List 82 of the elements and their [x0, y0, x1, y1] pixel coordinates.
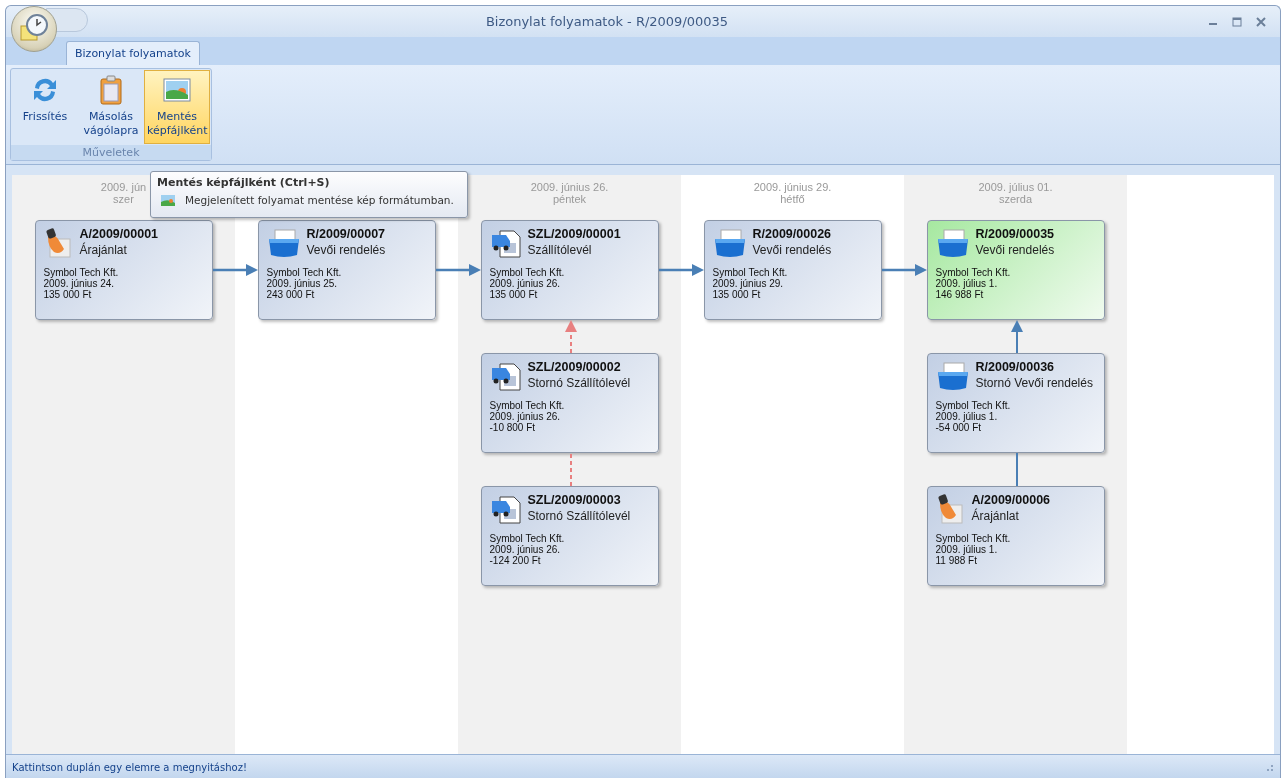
document-card[interactable]: R/2009/00035 Vevői rendelés Symbol Tech Kft. 2009. július 1. 146 988 Ft — [926, 220, 1105, 320]
ribbon-button[interactable]: Másolás vágólapra — [78, 70, 144, 144]
document-card[interactable]: SZL/2009/00003 Stornó Szállítólevél Symbol Tech Kft. 2009. június 26. -124 200 Ft — [480, 486, 659, 586]
document-number: R/2009/00007 — [306, 227, 386, 241]
document-number: A/2009/00001 — [79, 227, 159, 241]
partner-name: Symbol Tech Kft. — [43, 267, 120, 278]
document-amount: 135 000 Ft — [489, 289, 538, 300]
partner-name: Symbol Tech Kft. — [266, 267, 343, 278]
document-date: 2009. június 29. — [712, 278, 785, 289]
document-number: SZL/2009/00001 — [527, 227, 621, 241]
partner-name: Symbol Tech Kft. — [935, 533, 1012, 544]
document-number: SZL/2009/00002 — [527, 360, 622, 374]
document-amount: 135 000 Ft — [43, 289, 92, 300]
column-date: 2009. július 01. — [978, 181, 1053, 193]
document-date: 2009. július 1. — [935, 411, 999, 422]
document-date: 2009. július 1. — [935, 278, 999, 289]
partner-name: Symbol Tech Kft. — [935, 267, 1012, 278]
document-date: 2009. június 26. — [489, 544, 562, 555]
document-card[interactable]: SZL/2009/00002 Stornó Szállítólevél Symbol Tech Kft. 2009. június 26. -10 800 Ft — [480, 353, 659, 453]
document-type: Árajánlat — [79, 243, 128, 257]
document-type: Vevői rendelés — [306, 243, 386, 257]
document-amount: 135 000 Ft — [712, 289, 761, 300]
document-amount: 243 000 Ft — [266, 289, 315, 300]
truck-document-icon — [489, 360, 522, 392]
document-amount: -10 800 Ft — [489, 422, 536, 433]
document-date: 2009. július 1. — [935, 544, 999, 555]
truck-document-icon — [489, 493, 522, 525]
document-type: Vevői rendelés — [975, 243, 1055, 257]
box-icon — [712, 227, 747, 259]
column-date: 2009. jún — [100, 181, 147, 193]
document-number: R/2009/00035 — [975, 227, 1055, 241]
document-date: 2009. június 26. — [489, 278, 562, 289]
ribbon-button[interactable]: Frissítés — [12, 70, 78, 144]
document-type: Árajánlat — [971, 509, 1020, 523]
document-card[interactable]: R/2009/00007 Vevői rendelés Symbol Tech Kft. 2009. június 25. 243 000 Ft — [257, 220, 436, 320]
column-weekday: hétfő — [780, 193, 805, 205]
column-weekday: szer — [113, 193, 134, 205]
box-icon — [935, 360, 970, 392]
document-date: 2009. június 26. — [489, 411, 562, 422]
document-type: Stornó Vevői rendelés — [975, 376, 1093, 390]
document-date: 2009. június 25. — [266, 278, 339, 289]
column-date: 2009. június 26. — [530, 181, 609, 193]
document-amount: -124 200 Ft — [489, 555, 541, 566]
window-title: Bizonylat folyamatok - R/2009/00035 — [484, 14, 730, 29]
close-icon[interactable] — [1256, 16, 1266, 27]
document-card[interactable]: A/2009/00006 Árajánlat Symbol Tech Kft. 2009. július 1. 11 988 Ft — [926, 486, 1105, 586]
partner-name: Symbol Tech Kft. — [489, 400, 566, 411]
partner-name: Symbol Tech Kft. — [489, 533, 566, 544]
document-card[interactable]: SZL/2009/00001 Szállítólevél Symbol Tech Kft. 2009. június 26. 135 000 Ft — [480, 220, 659, 320]
ribbon-button[interactable]: Mentés képfájlként — [144, 70, 210, 144]
document-number: R/2009/00026 — [752, 227, 832, 241]
status-text: Kattintson duplán egy elemre a megnyitáshoz! — [12, 761, 247, 773]
tooltip-title: Mentés képfájlként (Ctrl+S) — [157, 176, 331, 189]
column-date: 2009. június 29. — [753, 181, 832, 193]
document-amount: 146 988 Ft — [935, 289, 984, 300]
partner-name: Symbol Tech Kft. — [935, 400, 1012, 411]
document-amount: -54 000 Ft — [935, 422, 982, 433]
column-weekday: péntek — [552, 193, 586, 205]
image-icon — [161, 194, 175, 206]
maximize-icon[interactable] — [1232, 16, 1242, 27]
document-amount: 11 988 Ft — [935, 555, 977, 566]
document-type: Stornó Szállítólevél — [527, 376, 631, 390]
document-number: SZL/2009/00003 — [527, 493, 622, 507]
partner-name: Symbol Tech Kft. — [489, 267, 566, 278]
truck-document-icon — [489, 227, 522, 259]
partner-name: Symbol Tech Kft. — [712, 267, 789, 278]
document-number: A/2009/00006 — [971, 493, 1051, 507]
document-date: 2009. június 24. — [43, 278, 116, 289]
resize-grip-icon[interactable] — [1264, 762, 1274, 772]
document-card[interactable]: R/2009/00036 Stornó Vevői rendelés Symbol Tech Kft. 2009. július 1. -54 000 Ft — [926, 353, 1105, 453]
document-card[interactable]: R/2009/00026 Vevői rendelés Symbol Tech Kft. 2009. június 29. 135 000 Ft — [703, 220, 882, 320]
document-type: Stornó Szállítólevél — [527, 509, 631, 523]
column-weekday: szerda — [999, 193, 1032, 205]
document-number: R/2009/00036 — [975, 360, 1056, 374]
document-type: Szállítólevél — [527, 243, 593, 257]
group-label: Műveletek — [11, 145, 211, 160]
tooltip-text: Megjelenített folyamat mentése kép formátumban. — [185, 194, 454, 206]
box-icon — [266, 227, 301, 259]
document-card[interactable]: A/2009/00001 Árajánlat Symbol Tech Kft. 2009. június 24. 135 000 Ft — [34, 220, 213, 320]
box-icon — [935, 227, 970, 259]
document-type: Vevői rendelés — [752, 243, 832, 257]
ribbon-tab[interactable]: Bizonylat folyamatok — [66, 41, 200, 65]
